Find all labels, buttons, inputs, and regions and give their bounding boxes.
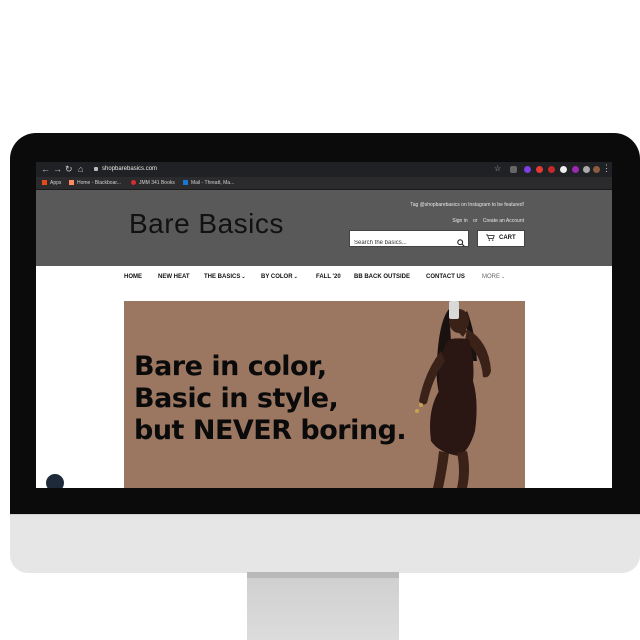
sign-in-link[interactable]: Sign in — [452, 218, 467, 224]
forward-icon[interactable]: → — [53, 164, 62, 175]
hero-line: but NEVER boring. — [134, 415, 407, 446]
promo-text: Tag @shopbarebasics on Instagram to be f… — [410, 202, 524, 208]
reload-icon[interactable]: ↻ — [65, 164, 73, 175]
search-icon[interactable] — [457, 234, 465, 252]
back-icon[interactable]: ← — [41, 164, 50, 175]
main-nav: HOME NEW HEAT THE BASICS⌄ BY COLOR⌄ FALL… — [36, 266, 612, 290]
monitor-stand-shadow — [247, 572, 399, 578]
cart-label: CART — [499, 235, 516, 241]
extension-icon[interactable] — [536, 166, 543, 173]
nav-the-basics[interactable]: THE BASICS⌄ — [204, 274, 246, 280]
bookmark-mail[interactable]: Mail - Threatt, Ma... — [183, 178, 234, 188]
browser-toolbar: ← → ↻ ⌂ shopbarebasics.com ☆ ⋮ — [36, 162, 612, 177]
nav-fall-20[interactable]: FALL '20 — [316, 274, 341, 280]
cart-icon — [486, 234, 496, 241]
nav-new-heat[interactable]: NEW HEAT — [158, 274, 190, 280]
browser-menu-icon[interactable]: ⋮ — [602, 163, 611, 174]
hero-headline: Bare in color, Basic in style, but NEVER… — [134, 351, 407, 447]
blackboard-icon — [69, 180, 74, 186]
chat-icon[interactable] — [44, 472, 66, 488]
hero-line: Bare in color, — [134, 351, 327, 382]
screen: ← → ↻ ⌂ shopbarebasics.com ☆ ⋮ Apps Home… — [36, 162, 612, 488]
apps-icon — [42, 180, 47, 186]
monitor-chin — [10, 514, 640, 573]
extension-icon[interactable] — [510, 166, 517, 173]
model-photo — [415, 301, 491, 488]
nav-home[interactable]: HOME — [124, 274, 142, 280]
extension-icon[interactable] — [548, 166, 555, 173]
chevron-down-icon: ⌄ — [501, 274, 506, 280]
chevron-down-icon: ⌄ — [241, 274, 246, 280]
extension-icon[interactable] — [572, 166, 579, 173]
site-header: Bare Basics Tag @shopbarebasics on Insta… — [36, 190, 612, 266]
site-logo[interactable]: Bare Basics — [129, 208, 284, 240]
nav-bb-back-outside[interactable]: BB BACK OUTSIDE — [354, 274, 410, 280]
nav-by-color[interactable]: BY COLOR⌄ — [261, 274, 298, 280]
cart-button[interactable]: CART — [477, 230, 525, 247]
search-box — [349, 230, 469, 251]
bookmark-jmm-books[interactable]: JMM 341 Books — [131, 178, 175, 188]
home-icon[interactable]: ⌂ — [78, 164, 83, 175]
lock-icon — [94, 167, 98, 171]
extension-icon[interactable] — [524, 166, 531, 173]
hero-banner[interactable]: Bare in color, Basic in style, but NEVER… — [124, 301, 525, 488]
books-icon — [131, 180, 136, 186]
bookmark-blackboard[interactable]: Home - Blackboar... — [69, 178, 121, 188]
search-input[interactable] — [350, 235, 458, 251]
address-url[interactable]: shopbarebasics.com — [102, 164, 157, 175]
monitor-stand — [247, 572, 399, 640]
bookmarks-bar: Apps Home - Blackboar... JMM 341 Books M… — [36, 177, 612, 190]
bookmark-star-icon[interactable]: ☆ — [494, 164, 501, 173]
mail-icon — [183, 180, 188, 186]
puzzle-icon[interactable] — [583, 166, 590, 173]
create-account-link[interactable]: Create an Account — [483, 218, 524, 224]
bookmark-apps[interactable]: Apps — [42, 178, 61, 188]
nav-more[interactable]: MORE⌄ — [482, 274, 505, 280]
or-text: or — [473, 218, 478, 224]
hero-line: Basic in style, — [134, 383, 339, 414]
nav-contact-us[interactable]: CONTACT US — [426, 274, 465, 280]
extension-icon[interactable] — [560, 166, 567, 173]
account-links: Sign in or Create an Account — [448, 218, 524, 224]
avatar[interactable] — [593, 166, 600, 173]
chevron-down-icon: ⌄ — [293, 274, 298, 280]
